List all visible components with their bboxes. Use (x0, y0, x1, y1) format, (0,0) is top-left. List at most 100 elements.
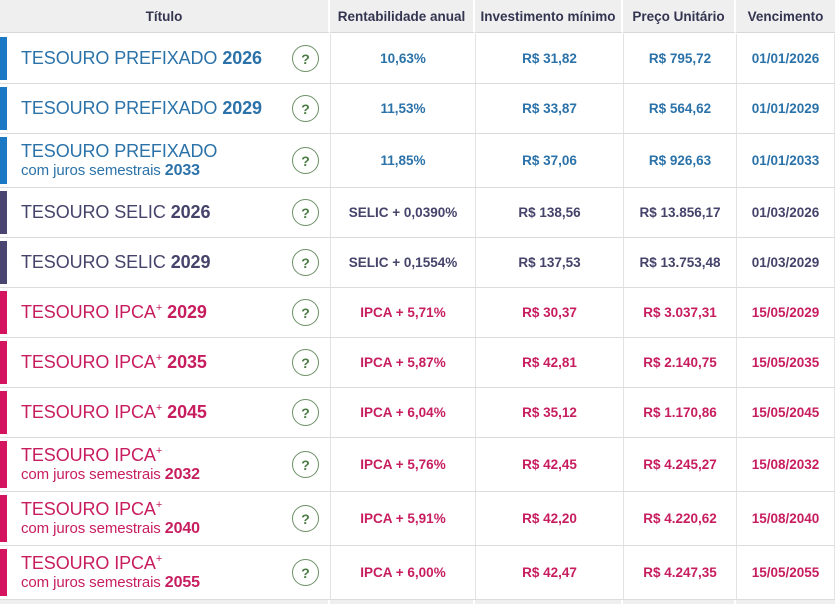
question-mark-icon: ? (301, 354, 310, 371)
bond-title-cell: TESOURO PREFIXADO com juros semestrais 2… (0, 134, 330, 187)
bond-row[interactable]: TESOURO IPCA+ com juros semestrais 2040 … (0, 492, 835, 546)
annual-rate: 11,85% (330, 134, 475, 187)
minimum-investment: R$ 42,45 (475, 438, 623, 491)
help-button[interactable]: ? (292, 299, 319, 326)
bond-title: TESOURO IPCA+ 2035 (21, 352, 207, 373)
maturity-date: 01/01/2029 (736, 84, 835, 133)
annual-rate: IPCA + 5,87% (330, 338, 475, 387)
next-section-header-edge (0, 600, 835, 604)
ipca-plus-superscript: + (155, 302, 163, 315)
unit-price: R$ 1.170,86 (623, 388, 736, 437)
bond-title-cell: TESOURO IPCA+ 2035 ? (0, 338, 330, 387)
maturity-date: 01/03/2029 (736, 238, 835, 287)
annual-rate: 11,53% (330, 84, 475, 133)
help-button[interactable]: ? (292, 349, 319, 376)
category-color-bar (0, 549, 7, 596)
minimum-investment: R$ 137,53 (475, 238, 623, 287)
bond-row[interactable]: TESOURO SELIC 2029 ? SELIC + 0,1554% R$ 1… (0, 238, 835, 288)
minimum-investment: R$ 42,47 (475, 546, 623, 599)
bond-title: TESOURO IPCA+ 2045 (21, 402, 207, 423)
help-button[interactable]: ? (292, 199, 319, 226)
bond-row[interactable]: TESOURO PREFIXADO 2026 ? 10,63% R$ 31,82 … (0, 34, 835, 84)
maturity-date: 01/01/2033 (736, 134, 835, 187)
unit-price: R$ 3.037,31 (623, 288, 736, 337)
category-color-bar (0, 441, 7, 488)
bond-title: TESOURO IPCA+ com juros semestrais 2032 (21, 444, 200, 483)
annual-rate: IPCA + 5,91% (330, 492, 475, 545)
question-mark-icon: ? (301, 456, 310, 473)
unit-price: R$ 2.140,75 (623, 338, 736, 387)
category-color-bar (0, 291, 7, 334)
bond-row[interactable]: TESOURO IPCA+ 2045 ? IPCA + 6,04% R$ 35,1… (0, 388, 835, 438)
bond-row[interactable]: TESOURO PREFIXADO 2029 ? 11,53% R$ 33,87 … (0, 84, 835, 134)
annual-rate: SELIC + 0,0390% (330, 188, 475, 237)
strip-cell (0, 600, 330, 604)
help-button[interactable]: ? (292, 95, 319, 122)
maturity-date: 01/01/2026 (736, 34, 835, 83)
maturity-date: 15/05/2035 (736, 338, 835, 387)
annual-rate: 10,63% (330, 34, 475, 83)
question-mark-icon: ? (301, 564, 310, 581)
ipca-plus-superscript: + (155, 444, 163, 457)
minimum-investment: R$ 138,56 (475, 188, 623, 237)
bond-title: TESOURO PREFIXADO 2026 (21, 48, 262, 69)
question-mark-icon: ? (301, 404, 310, 421)
unit-price: R$ 4.245,27 (623, 438, 736, 491)
help-button[interactable]: ? (292, 147, 319, 174)
bond-title-cell: TESOURO SELIC 2029 ? (0, 238, 330, 287)
category-color-bar (0, 137, 7, 184)
annual-rate: SELIC + 0,1554% (330, 238, 475, 287)
ipca-plus-superscript: + (155, 552, 163, 565)
bond-title: TESOURO SELIC 2026 (21, 202, 211, 223)
unit-price: R$ 13.856,17 (623, 188, 736, 237)
help-button[interactable]: ? (292, 45, 319, 72)
bond-row[interactable]: TESOURO IPCA+ 2029 ? IPCA + 5,71% R$ 30,3… (0, 288, 835, 338)
category-color-bar (0, 391, 7, 434)
bond-row[interactable]: TESOURO IPCA+ com juros semestrais 2055 … (0, 546, 835, 600)
bond-row[interactable]: TESOURO IPCA+ 2035 ? IPCA + 5,87% R$ 42,8… (0, 338, 835, 388)
question-mark-icon: ? (301, 204, 310, 221)
minimum-investment: R$ 42,20 (475, 492, 623, 545)
bond-title-cell: TESOURO IPCA+ com juros semestrais 2055 … (0, 546, 330, 599)
maturity-date: 15/08/2040 (736, 492, 835, 545)
category-color-bar (0, 191, 7, 234)
category-color-bar (0, 241, 7, 284)
annual-rate: IPCA + 6,00% (330, 546, 475, 599)
column-header-vencimento: Vencimento (736, 0, 835, 33)
maturity-date: 15/08/2032 (736, 438, 835, 491)
column-header-preco: Preço Unitário (623, 0, 736, 33)
strip-cell (330, 600, 475, 604)
help-button[interactable]: ? (292, 559, 319, 586)
column-header-rentabilidade: Rentabilidade anual (330, 0, 475, 33)
unit-price: R$ 795,72 (623, 34, 736, 83)
bond-price-table: Título Rentabilidade anual Investimento … (0, 0, 835, 604)
column-header-investimento: Investimento mínimo (475, 0, 623, 33)
help-button[interactable]: ? (292, 451, 319, 478)
table-header: Título Rentabilidade anual Investimento … (0, 0, 835, 34)
annual-rate: IPCA + 5,76% (330, 438, 475, 491)
help-button[interactable]: ? (292, 399, 319, 426)
bond-title-cell: TESOURO IPCA+ 2045 ? (0, 388, 330, 437)
bond-row[interactable]: TESOURO PREFIXADO com juros semestrais 2… (0, 134, 835, 188)
unit-price: R$ 4.247,35 (623, 546, 736, 599)
unit-price: R$ 564,62 (623, 84, 736, 133)
maturity-date: 15/05/2045 (736, 388, 835, 437)
help-button[interactable]: ? (292, 505, 319, 532)
minimum-investment: R$ 30,37 (475, 288, 623, 337)
bond-row[interactable]: TESOURO SELIC 2026 ? SELIC + 0,0390% R$ 1… (0, 188, 835, 238)
help-button[interactable]: ? (292, 249, 319, 276)
unit-price: R$ 4.220,62 (623, 492, 736, 545)
category-color-bar (0, 341, 7, 384)
bond-title: TESOURO PREFIXADO 2029 (21, 98, 262, 119)
table-body: TESOURO PREFIXADO 2026 ? 10,63% R$ 31,82 … (0, 34, 835, 600)
bond-row[interactable]: TESOURO IPCA+ com juros semestrais 2032 … (0, 438, 835, 492)
bond-title: TESOURO SELIC 2029 (21, 252, 211, 273)
question-mark-icon: ? (301, 152, 310, 169)
minimum-investment: R$ 37,06 (475, 134, 623, 187)
maturity-date: 15/05/2055 (736, 546, 835, 599)
bond-title: TESOURO IPCA+ 2029 (21, 302, 207, 323)
column-header-titulo: Título (0, 0, 330, 33)
bond-title: TESOURO PREFIXADO com juros semestrais 2… (21, 140, 218, 179)
bond-title: TESOURO IPCA+ com juros semestrais 2040 (21, 498, 200, 537)
ipca-plus-superscript: + (155, 352, 163, 365)
